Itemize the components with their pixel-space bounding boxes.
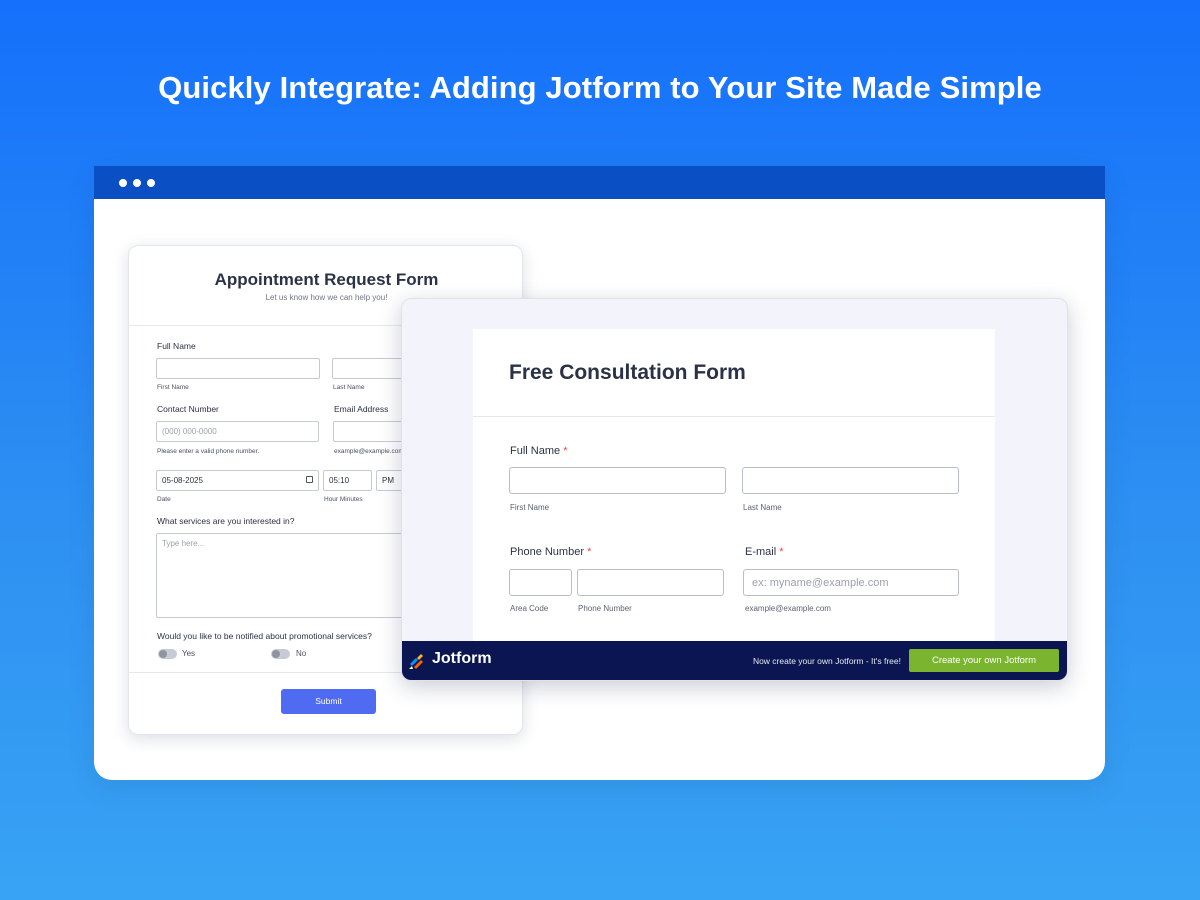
yes-toggle[interactable] xyxy=(158,649,177,659)
window-dot-icon xyxy=(147,179,155,187)
footer-note: Now create your own Jotform - It's free! xyxy=(752,656,901,666)
required-mark: * xyxy=(587,546,592,558)
time-sublabel: Hour Minutes xyxy=(324,496,363,503)
first-name-sublabel: First Name xyxy=(157,384,189,391)
phone-number-text: Phone Number xyxy=(510,546,584,558)
full-name-label: Full Name xyxy=(157,341,196,351)
last-name-input[interactable] xyxy=(742,467,959,494)
full-name-text: Full Name xyxy=(510,445,561,457)
jotform-logo-icon xyxy=(409,654,423,669)
window-dot-icon xyxy=(119,179,127,187)
consultation-form-embed: Free Consultation Form Full Name * First… xyxy=(401,298,1068,681)
full-name-label: Full Name * xyxy=(510,445,567,457)
consultation-form-card: Free Consultation Form Full Name * First… xyxy=(473,329,995,649)
page-headline: Quickly Integrate: Adding Jotform to You… xyxy=(158,70,1042,105)
submit-button[interactable]: Submit xyxy=(281,689,376,714)
no-toggle[interactable] xyxy=(271,649,290,659)
first-name-sublabel: First Name xyxy=(510,503,550,512)
promo-question-label: Would you like to be notified about prom… xyxy=(157,631,372,641)
create-jotform-button[interactable]: Create your own Jotform xyxy=(909,649,1059,672)
time-input[interactable]: 05:10 xyxy=(323,470,372,491)
phone-number-label: Phone Number * xyxy=(510,546,591,558)
date-input[interactable]: 05-08-2025 xyxy=(156,470,319,491)
phone-input[interactable]: (000) 000-0000 xyxy=(156,421,319,442)
email-text: E-mail xyxy=(745,546,777,558)
last-name-input[interactable] xyxy=(332,358,412,379)
services-label: What services are you interested in? xyxy=(157,516,295,526)
appointment-form-title: Appointment Request Form xyxy=(214,270,439,289)
email-input[interactable]: ex: myname@example.com xyxy=(743,569,959,596)
required-mark: * xyxy=(779,546,784,558)
phone-number-input[interactable] xyxy=(577,569,724,596)
first-name-input[interactable] xyxy=(509,467,726,494)
consultation-form-title: Free Consultation Form xyxy=(509,361,746,384)
email-label: E-mail * xyxy=(745,546,784,558)
phone-hint: Please enter a valid phone number. xyxy=(157,448,260,455)
jotform-footer-bar: Jotform Now create your own Jotform - It… xyxy=(402,641,1067,680)
email-hint: example@example.com xyxy=(334,448,404,455)
last-name-sublabel: Last Name xyxy=(743,503,782,512)
no-label: No xyxy=(296,649,307,658)
date-sublabel: Date xyxy=(157,496,171,503)
area-code-sublabel: Area Code xyxy=(510,604,549,613)
form-divider xyxy=(473,416,995,417)
area-code-input[interactable] xyxy=(509,569,572,596)
browser-title-bar xyxy=(94,166,1105,199)
contact-number-label: Contact Number xyxy=(157,404,219,414)
calendar-icon[interactable] xyxy=(306,476,313,483)
window-dot-icon xyxy=(133,179,141,187)
jotform-brand-text[interactable]: Jotform xyxy=(432,650,492,668)
yes-label: Yes xyxy=(182,649,196,658)
date-value: 05-08-2025 xyxy=(162,476,203,485)
phone-number-sublabel: Phone Number xyxy=(578,604,632,613)
email-hint: example@example.com xyxy=(745,604,831,613)
required-mark: * xyxy=(563,445,568,457)
first-name-input[interactable] xyxy=(156,358,320,379)
last-name-sublabel: Last Name xyxy=(333,384,365,391)
email-address-label: Email Address xyxy=(334,404,389,414)
services-textarea[interactable]: Type here... xyxy=(156,533,416,618)
